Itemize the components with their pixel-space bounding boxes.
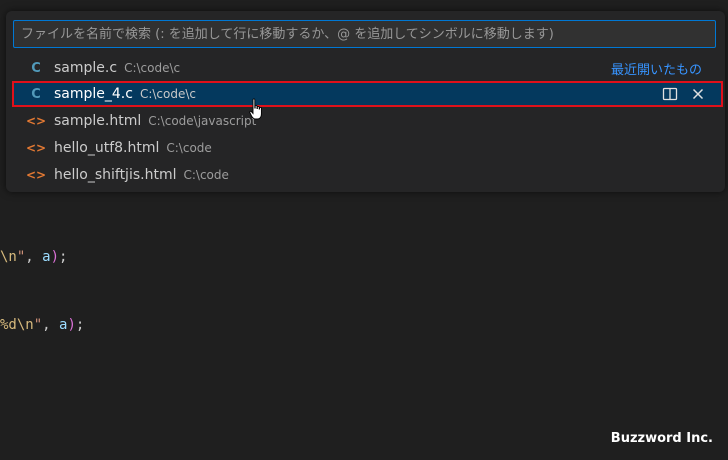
file-path: C:\code\c <box>139 87 197 101</box>
c-file-icon: C <box>31 86 41 102</box>
file-name: sample.html <box>54 113 142 129</box>
file-path: C:\code\c <box>124 61 181 75</box>
split-editor-icon[interactable] <box>661 85 679 103</box>
quick-open-widget: C sample.c C:\code\c 最近開いたもの C sample_4.… <box>6 11 725 192</box>
file-list-item-hello-shiftjis-html[interactable]: <> hello_shiftjis.html C:\code <box>6 162 725 188</box>
file-path: C:\code <box>166 141 212 155</box>
file-name: hello_shiftjis.html <box>54 167 177 183</box>
html-file-icon: <> <box>25 114 47 128</box>
file-name: hello_utf8.html <box>54 140 160 156</box>
file-search-input[interactable] <box>13 20 716 48</box>
html-file-icon: <> <box>25 168 47 182</box>
c-file-icon: C <box>31 60 41 76</box>
file-path: C:\code\javascript <box>148 114 257 128</box>
file-list-item-sample-c[interactable]: C sample.c C:\code\c 最近開いたもの <box>6 55 725 81</box>
html-file-icon: <> <box>25 141 47 155</box>
file-name: sample.c <box>54 60 118 76</box>
close-icon[interactable] <box>689 85 707 103</box>
code-line-1: \n", a); <box>0 249 68 265</box>
hand-pointer-cursor-icon <box>249 98 265 122</box>
file-name: sample_4.c <box>54 86 133 102</box>
file-list-item-hello-utf8-html[interactable]: <> hello_utf8.html C:\code <box>6 135 725 161</box>
file-list-item-sample-4-c[interactable]: C sample_4.c C:\code\c <box>12 81 723 107</box>
watermark: Buzzword Inc. <box>610 431 713 446</box>
file-path: C:\code <box>183 168 229 182</box>
code-line-2: %d\n", a); <box>0 317 85 333</box>
file-list-item-sample-html[interactable]: <> sample.html C:\code\javascript <box>6 108 725 134</box>
recently-opened-label: 最近開いたもの <box>610 62 702 78</box>
row-actions <box>661 85 707 103</box>
